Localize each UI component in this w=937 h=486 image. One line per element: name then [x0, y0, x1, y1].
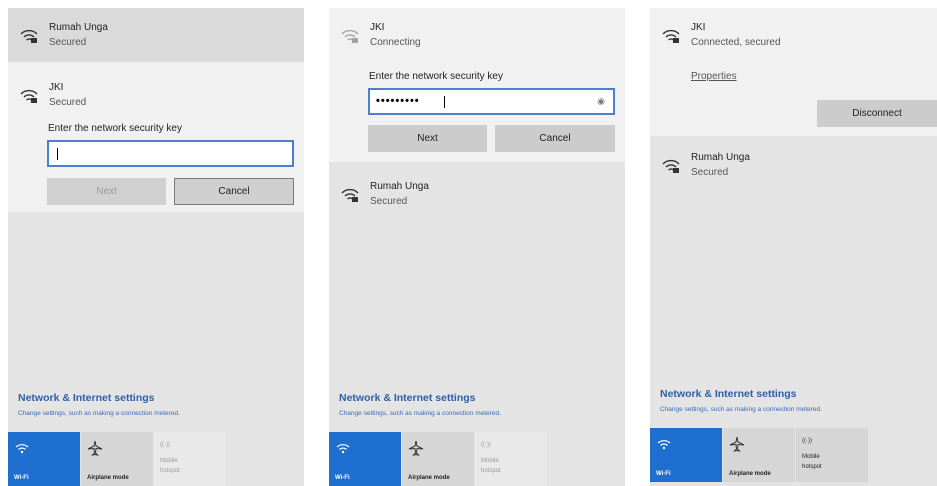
airplane-icon: [729, 436, 745, 452]
network-settings-subtitle: Change settings, such as making a connec…: [660, 406, 822, 413]
network-flyout-enter-key: Rumah Unga Secured JKI Secured Enter the…: [8, 8, 304, 486]
wifi-icon: [656, 436, 672, 452]
network-settings-subtitle: Change settings, such as making a connec…: [18, 410, 180, 417]
network-item-jki[interactable]: JKI Connected, secured Properties Discon…: [650, 8, 937, 136]
wifi-secured-icon: [339, 183, 361, 205]
security-key-label: Enter the network security key: [369, 71, 503, 82]
airplane-tile-label: Airplane mode: [408, 475, 450, 481]
airplane-icon: [87, 440, 103, 456]
text-caret: [57, 148, 58, 160]
airplane-mode-tile[interactable]: Airplane mode: [723, 428, 795, 482]
network-ssid: Rumah Unga: [370, 181, 429, 192]
hotspot-line1: Mobile: [802, 454, 820, 460]
network-flyout-connected: JKI Connected, secured Properties Discon…: [650, 8, 937, 486]
cancel-button[interactable]: Cancel: [174, 178, 294, 205]
wifi-secured-icon: [18, 84, 40, 106]
network-settings-link[interactable]: Network & Internet settings: [18, 392, 155, 404]
hotspot-line1: Mobile: [160, 458, 178, 464]
network-ssid: JKI: [691, 22, 706, 33]
wifi-secured-icon: [660, 24, 682, 46]
security-key-input[interactable]: ••••••••• ◉: [368, 88, 615, 115]
wifi-tile-label: Wi-Fi: [14, 475, 29, 481]
network-status: Connecting: [370, 37, 421, 48]
masked-key-value: •••••••••: [376, 95, 420, 107]
wifi-secured-icon: [18, 24, 40, 46]
network-status: Connected, secured: [691, 37, 781, 48]
network-flyout-connecting: JKI Connecting Enter the network securit…: [329, 8, 625, 486]
airplane-mode-tile[interactable]: Airplane mode: [81, 432, 153, 486]
wifi-tile-label: Wi-Fi: [656, 471, 671, 477]
airplane-tile-label: Airplane mode: [729, 471, 771, 477]
next-button[interactable]: Next: [47, 178, 166, 205]
airplane-icon: [408, 440, 424, 456]
wifi-toggle-tile[interactable]: Wi-Fi: [8, 432, 80, 486]
network-ssid: Rumah Unga: [691, 152, 750, 163]
mobile-hotspot-tile[interactable]: ((·)) Mobile hotspot: [154, 432, 226, 486]
mobile-hotspot-tile[interactable]: ((·)) Mobile hotspot: [475, 432, 547, 486]
wifi-secured-icon: [339, 24, 361, 46]
airplane-mode-tile[interactable]: Airplane mode: [402, 432, 474, 486]
wifi-tile-label: Wi-Fi: [335, 475, 350, 481]
network-item-jki[interactable]: JKI Connecting Enter the network securit…: [329, 8, 625, 162]
network-settings-subtitle: Change settings, such as making a connec…: [339, 410, 501, 417]
hotspot-line2: hotspot: [481, 468, 501, 474]
wifi-icon: [14, 440, 30, 456]
wifi-toggle-tile[interactable]: Wi-Fi: [329, 432, 401, 486]
hotspot-line1: Mobile: [481, 458, 499, 464]
cancel-button[interactable]: Cancel: [495, 125, 615, 152]
security-key-label: Enter the network security key: [48, 123, 182, 134]
hotspot-icon: ((·)): [802, 438, 812, 444]
network-status: Secured: [49, 97, 87, 108]
wifi-icon: [335, 440, 351, 456]
wifi-toggle-tile[interactable]: Wi-Fi: [650, 428, 722, 482]
network-item-rumah-unga[interactable]: Rumah Unga Secured: [650, 136, 937, 192]
properties-link[interactable]: Properties: [691, 71, 737, 82]
mobile-hotspot-tile[interactable]: ((·)) Mobile hotspot: [796, 428, 868, 482]
network-ssid: Rumah Unga: [49, 22, 108, 33]
network-item-rumah-unga[interactable]: Rumah Unga Secured: [8, 8, 304, 62]
network-status: Secured: [49, 37, 87, 48]
network-status: Secured: [370, 196, 408, 207]
airplane-tile-label: Airplane mode: [87, 475, 129, 481]
network-item-rumah-unga[interactable]: Rumah Unga Secured: [329, 162, 625, 216]
next-button[interactable]: Next: [368, 125, 487, 152]
network-ssid: JKI: [370, 22, 385, 33]
hotspot-icon: ((·)): [481, 442, 491, 448]
eye-icon[interactable]: ◉: [597, 96, 605, 107]
network-status: Secured: [691, 167, 729, 178]
wifi-secured-icon: [660, 154, 682, 176]
disconnect-button[interactable]: Disconnect: [817, 100, 937, 127]
security-key-input[interactable]: [47, 140, 294, 167]
text-caret: [444, 96, 445, 108]
hotspot-icon: ((·)): [160, 442, 170, 448]
hotspot-line2: hotspot: [802, 464, 822, 470]
network-settings-link[interactable]: Network & Internet settings: [339, 392, 476, 404]
network-item-jki[interactable]: JKI Secured Enter the network security k…: [8, 62, 304, 212]
hotspot-line2: hotspot: [160, 468, 180, 474]
network-settings-link[interactable]: Network & Internet settings: [660, 388, 797, 400]
network-ssid: JKI: [49, 82, 64, 93]
